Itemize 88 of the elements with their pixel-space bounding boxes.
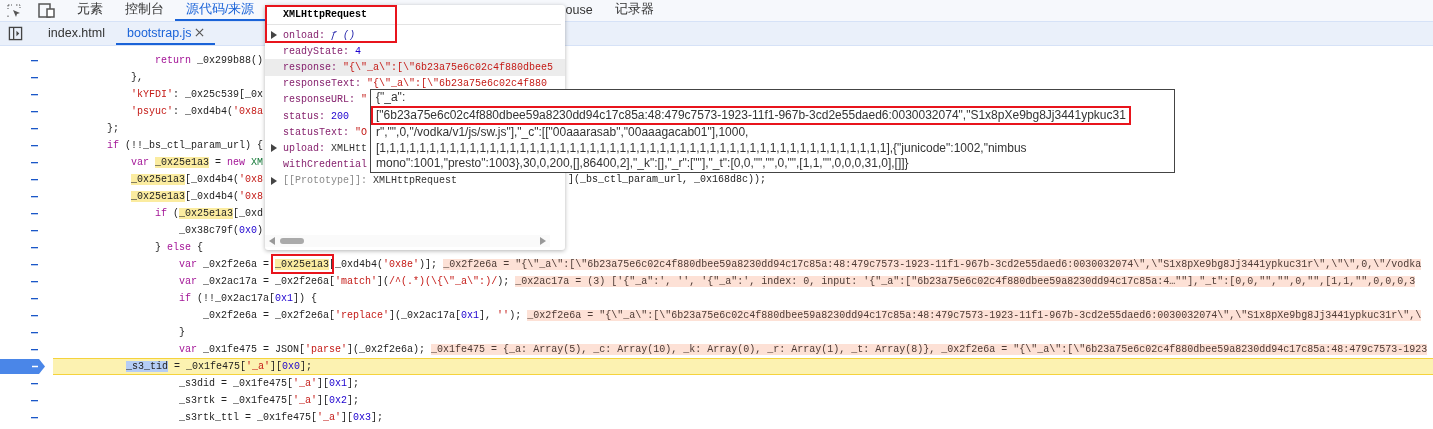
file-name: bootstrap.js (127, 25, 192, 40)
code-line: var _0x2ac17a = _0x2f2e6a['match'](/^(.*)(\{\"_a\":)/); (178, 276, 510, 287)
code-line: } (178, 327, 186, 338)
line-dash-icon[interactable] (31, 59, 38, 62)
expand-arrow-icon[interactable] (271, 31, 277, 40)
property-value: XMLHtt (331, 142, 368, 154)
line-dash-icon[interactable] (31, 76, 38, 79)
line-dash-icon[interactable] (31, 382, 38, 385)
inline-value: _0x2ac17a = (3) ['{"_a":', '', '{"_a":', index: 0, input: '{"_a":["6b23a75e6c02c4f880dbee59a8230dd94c17c85a:4…""],"_t":[0,0,"","",0,"",[1,1,"",0,0,0,3 (515, 276, 1416, 287)
property-value: 4 (355, 45, 362, 57)
line-dash-icon[interactable] (31, 416, 38, 419)
line-dash-icon[interactable] (31, 212, 38, 215)
code-line: } else { (154, 242, 204, 253)
line-dash-icon[interactable] (31, 348, 38, 351)
code-line: 'kYFDI': _0x25c539[_0x (130, 89, 264, 100)
inline-value: _0x2f2e6a = "{\"_a\":[\"6b23a75e6c02c4f880dbee59a8230dd94c17c85a:48:479c7573-1923-11f1-967b-3cd2e55daed6:0030032074\",\"S1x8pXe9bg8Jj3441ypkuc31r\",\ (527, 310, 1422, 321)
file-name: index.html (48, 25, 105, 40)
property-value: "O (355, 126, 368, 138)
code-line: _0x38c79f(0x0) (178, 225, 264, 236)
tooltip-text-line: mono":1001,"presto":1003},30,0,200,[],86400,2],"_k":[],"_r":[""],"_t":[0,0,"","",0,"",[1,1,"",0,0,0,31,0],[]]} (376, 156, 909, 172)
line-dash-icon[interactable] (31, 127, 38, 130)
expand-arrow-icon[interactable] (271, 144, 277, 153)
property-name: readyState: (283, 45, 349, 57)
code-line: _s3rtk = _0x1fe475['_a'][0x2]; (178, 395, 360, 406)
inline-value: _0x2f2e6a = "{\"_a\":[\"6b23a75e6c02c4f880dbee59a8230dd94c17c85a:48:479c7573-1923-11f1-967b-3cd2e55daed6:0030032074\",\"S1x8pXe9bg8Jj3441ypkuc31r\",\"\",0,\"/vodka (443, 259, 1422, 270)
property-name: responseURL: (283, 94, 355, 106)
code-line: _s3did = _0x1fe475['_a'][0x1]; (178, 378, 360, 389)
code-line: if (!!_0x2ac17a[0x1]) { (178, 293, 318, 304)
tooltip-text-line: ["6b23a75e6c02c4f880dbee59a8230dd94c17c85a:48:479c7573-1923-11f1-967b-3cd2e55daed6:0030032074","S1x8pXe9bg8Jj3441ypkuc31 (376, 107, 1126, 123)
code-line: _s3rtk_ttl = _0x1fe475['_a'][0x3]; (178, 412, 384, 423)
property-name: response: (283, 61, 337, 73)
property-value: "{\"_a\":[\"6b23a75e6c02c4f880 (367, 78, 548, 90)
sidebar-toggle-icon[interactable] (8, 26, 23, 41)
line-dash-icon[interactable] (31, 263, 38, 266)
property-name: withCredential (283, 159, 367, 171)
property-value: ƒ () (331, 29, 356, 41)
tooltip-text-line: r","",0,"/vodka/v1/js/sw.js"],"_c":[["00aaarasab","00aaagacab01"],1000, (376, 125, 749, 141)
line-dash-icon[interactable] (31, 161, 38, 164)
code-line: _0x25e1a3[_0xd4b4('0x8 (130, 174, 264, 185)
line-dash-icon[interactable] (31, 178, 38, 181)
property-name: statusText: (283, 126, 349, 138)
inline-value: _0x1fe475 = {_a: Array(5), _c: Array(10), _k: Array(0), _r: Array(1), _t: Array(8)}, _0x2f2e6a = "{\"_a\":[\"6b23a75e6c02c4f880dbee59a8230dd94c17c85a:48:479c7573-1923 (431, 344, 1428, 355)
code-line: 'psyuc': _0xd4b4('0x8a (130, 106, 264, 117)
code-line: var _0x1fe475 = JSON['parse'](_0x2f2e6a); (178, 344, 426, 355)
line-dash-icon[interactable] (31, 195, 38, 198)
property-value: " (361, 94, 368, 106)
code-line: return _0x299b88() (154, 55, 264, 66)
property-row[interactable]: response: "{\"_a\":[\"6b23a75e6c02c4f880dbee5 (265, 59, 565, 76)
line-dash-icon[interactable] (31, 297, 38, 300)
code-line: _s3_tid = _0x1fe475['_a'][0x0]; (125, 361, 313, 372)
panel-tab[interactable]: 记录器 (603, 0, 665, 21)
device-icon[interactable] (38, 2, 56, 19)
code-line: }; (107, 123, 119, 134)
tooltip-text-line: [1,1,1,1,1,1,1,1,1,1,1,1,1,1,1,1,1,1,1,1,1,1,1,1,1,1,1,1,1,1,1,1,1,1,1,1,1,1,1,1,1,1,1,1,1,1,1,1,1,1,1],{"junicode":1002,"nimbus (376, 140, 1027, 156)
code-line: var _0x25e1a3 = new XM (130, 157, 264, 168)
line-dash-icon[interactable] (31, 246, 38, 249)
property-name: upload: (283, 142, 325, 154)
code-line: _0x2f2e6a = _0x2f2e6a['replace'](_0x2ac17a[0x1], ''); (202, 310, 522, 321)
code-line: }, (130, 72, 144, 83)
close-icon[interactable] (194, 28, 204, 37)
code-line: ](_bs_ctl_param_url, _0x168d8c)); (568, 174, 767, 185)
code-line: _0x25e1a3[_0xd4b4('0x8 (130, 191, 264, 202)
tooltip-text-line: {"_a": (376, 90, 406, 106)
line-dash-icon[interactable] (31, 314, 38, 317)
inspect-icon[interactable] (6, 2, 22, 19)
line-dash-icon[interactable] (31, 144, 38, 147)
panel-tab[interactable]: 元素 (66, 0, 114, 21)
property-value: XMLHttpRequest (373, 175, 458, 187)
line-dash-icon[interactable] (31, 280, 38, 283)
line-dash-icon[interactable] (31, 399, 38, 402)
property-name: status: (283, 110, 325, 122)
property-name: responseText: (283, 78, 361, 90)
panel-tab[interactable]: ouse (565, 0, 604, 21)
property-name: [[Prototype]]: (283, 175, 367, 187)
code-line: if (!!_bs_ctl_param_url) { (107, 140, 264, 151)
line-dash-icon[interactable] (31, 93, 38, 96)
property-value: 200 (331, 110, 350, 122)
current-line-marker[interactable] (0, 359, 45, 374)
property-value: "{\"_a\":[\"6b23a75e6c02c4f880dbee5 (343, 61, 554, 73)
line-dash-icon[interactable] (31, 229, 38, 232)
file-tab[interactable]: index.html (37, 22, 116, 45)
line-dash-icon[interactable] (31, 331, 38, 334)
panel-tab[interactable]: 控制台 (114, 0, 175, 21)
expand-arrow-icon[interactable] (271, 176, 277, 185)
line-dash-icon[interactable] (31, 110, 38, 113)
file-tab[interactable]: bootstrap.js (116, 22, 215, 45)
property-name: onload: (283, 29, 325, 41)
code-line: if (_0x25e1a3[_0xd (154, 208, 264, 219)
